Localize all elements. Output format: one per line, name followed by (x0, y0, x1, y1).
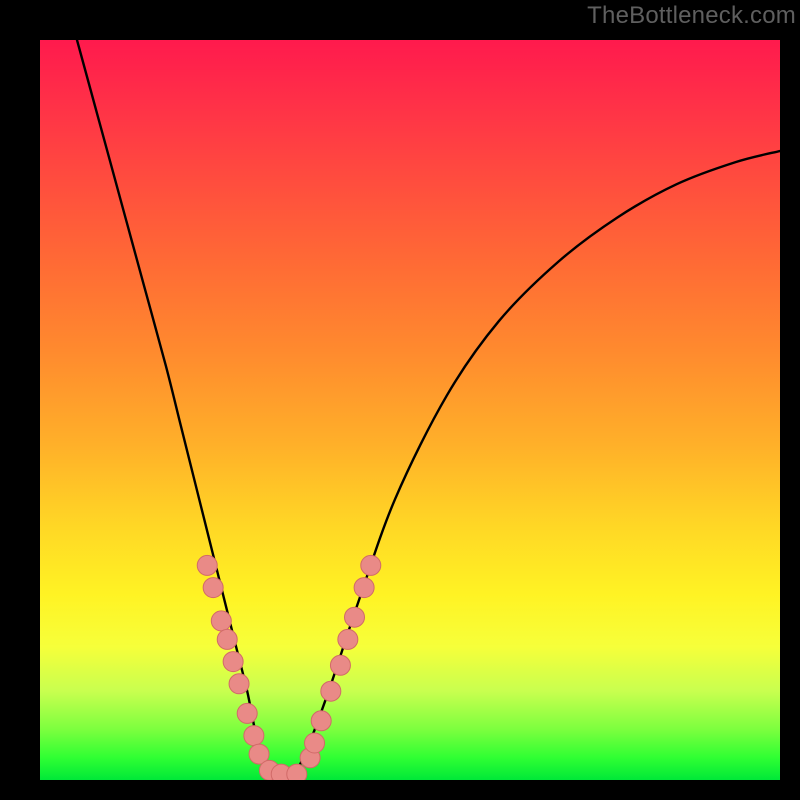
curve-marker (330, 655, 350, 675)
curve-marker (305, 733, 325, 753)
curve-marker (361, 555, 381, 575)
curve-marker (345, 607, 365, 627)
curve-marker (197, 555, 217, 575)
curve-marker (229, 674, 249, 694)
bottleneck-curve (77, 40, 780, 779)
curve-marker (244, 726, 264, 746)
curve-marker (211, 611, 231, 631)
curve-marker (237, 703, 257, 723)
curve-marker (287, 764, 307, 780)
curve-marker (217, 629, 237, 649)
curve-marker (311, 711, 331, 731)
plot-area (40, 40, 780, 780)
curve-marker (321, 681, 341, 701)
watermark-text: TheBottleneck.com (587, 2, 796, 30)
curve-marker (223, 652, 243, 672)
marker-group (197, 555, 381, 780)
curve-marker (354, 578, 374, 598)
curve-marker (338, 629, 358, 649)
chart-container: TheBottleneck.com (0, 0, 800, 800)
curve-marker (203, 578, 223, 598)
chart-svg (40, 40, 780, 780)
